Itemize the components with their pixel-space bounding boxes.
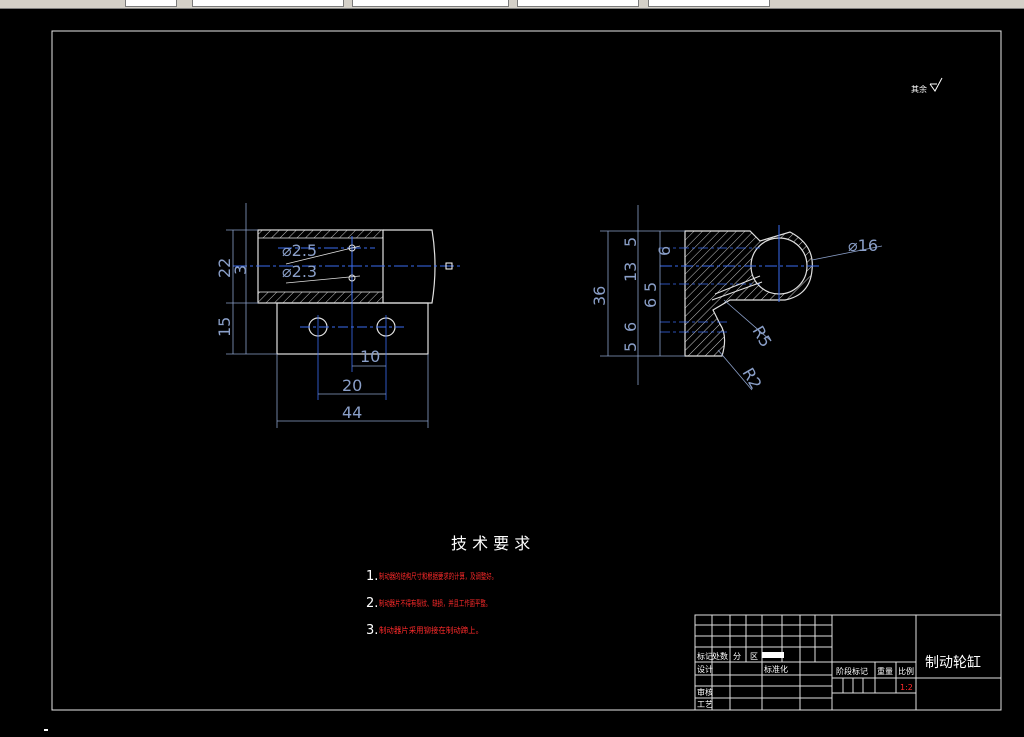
tech-req-2-text: 制动器片不得有裂纹、缺损，并且工作面平整。 xyxy=(379,598,491,608)
command-cursor xyxy=(44,729,48,731)
surface-finish-symbol: 其余 xyxy=(911,77,943,94)
part-name: 制动轮缸 xyxy=(925,654,981,671)
dim-width-20: 20 xyxy=(342,376,362,395)
scale-value: 1:2 xyxy=(900,683,913,692)
toolbar-combo-2[interactable] xyxy=(192,0,344,7)
title-block-text: 标记 处数 分 区 设计 标准化 阶段标记 重量 比例 1:2 审核 工艺 制动… xyxy=(697,651,981,709)
label-zone2: 区 xyxy=(750,652,758,661)
label-weight: 重量 xyxy=(877,666,893,676)
dim-dia-2-3: ⌀2.3 xyxy=(282,262,317,281)
dim-dia-2-5: ⌀2.5 xyxy=(282,241,317,260)
label-review: 审核 xyxy=(697,687,713,697)
dim-height-3: 3 xyxy=(231,265,250,275)
right-view: ⌀16 5 6 13 5 36 6 6 5 R5 R2 xyxy=(590,205,883,393)
dim-right-5a: 5 xyxy=(621,237,640,247)
label-mark: 标记 xyxy=(697,651,713,661)
toolbar-combo-5[interactable] xyxy=(648,0,770,7)
surface-finish-label: 其余 xyxy=(911,84,927,94)
dim-height-15: 15 xyxy=(215,317,234,337)
dim-right-5c: 5 xyxy=(621,342,640,352)
label-count: 处数 xyxy=(712,651,728,661)
toolbar-combo-3[interactable] xyxy=(352,0,509,7)
tech-req-3-text: 制动器片采用铆接在制动蹄上。 xyxy=(379,625,483,635)
dim-dia-16: ⌀16 xyxy=(848,236,878,255)
tech-req-1-num: 1. xyxy=(366,569,378,584)
tech-req-3-num: 3. xyxy=(366,623,378,638)
tech-requirements: 技 术 要 求 1. 制动器的结构尺寸和根据要求的计算，及调整好。 2. 制动器… xyxy=(366,534,530,638)
left-view: ⌀2.5 ⌀2.3 22 3 15 10 20 44 xyxy=(215,203,462,428)
dim-width-10: 10 xyxy=(360,347,380,366)
dim-radius-5: R5 xyxy=(749,323,776,351)
tech-req-title: 技 术 要 求 xyxy=(451,534,530,553)
dim-radius-2: R2 xyxy=(739,365,766,393)
toolbar-combo-1[interactable] xyxy=(125,0,177,7)
label-scale: 比例 xyxy=(898,666,914,676)
dim-right-6c: 6 xyxy=(621,322,640,332)
drawing-sheet: 其余 ⌀2.5 ⌀2.3 22 3 15 10 20 44 ⌀16 5 6 13… xyxy=(51,30,1002,711)
label-design: 设计 xyxy=(697,664,713,674)
dim-right-36: 36 xyxy=(590,286,609,306)
label-standardize: 标准化 xyxy=(764,664,788,674)
label-process: 工艺 xyxy=(697,700,713,709)
dim-right-13: 13 xyxy=(621,262,640,282)
label-zone: 分 xyxy=(733,652,741,661)
dim-width-44: 44 xyxy=(342,403,362,422)
toolbar-combo-4[interactable] xyxy=(517,0,639,7)
dim-right-5b: 5 xyxy=(641,282,660,292)
label-stage-mark: 阶段标记 xyxy=(836,666,868,676)
dim-right-6b: 6 xyxy=(641,298,660,308)
tech-req-2-num: 2. xyxy=(366,596,378,611)
drawing-canvas[interactable]: 其余 ⌀2.5 ⌀2.3 22 3 15 10 20 44 ⌀16 5 6 13… xyxy=(0,9,1024,733)
cad-toolbar xyxy=(0,0,1024,9)
sheet-border xyxy=(51,30,1002,711)
tech-req-1-text: 制动器的结构尺寸和根据要求的计算，及调整好。 xyxy=(379,571,497,581)
dim-right-6a: 6 xyxy=(655,246,674,256)
